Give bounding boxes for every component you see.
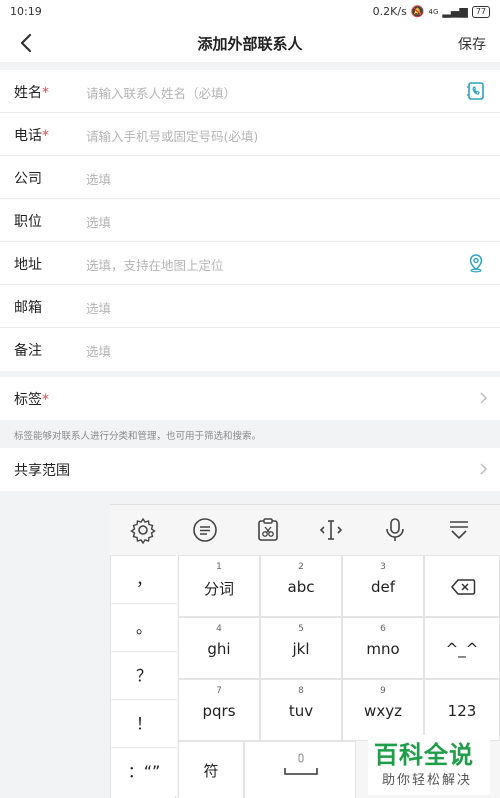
key-1[interactable]: 1 分词	[178, 555, 260, 617]
location-pin-icon[interactable]	[466, 253, 486, 273]
remark-label: 备注	[14, 343, 42, 359]
keyboard-toolbar	[110, 505, 500, 555]
key-3[interactable]: 3 def	[342, 555, 424, 617]
symbol-key[interactable]: 符	[178, 741, 244, 798]
tags-row[interactable]: 标签*	[0, 377, 500, 420]
share-scope-row[interactable]: 共享范围	[0, 448, 500, 491]
position-label: 职位	[14, 214, 42, 230]
network-speed: 0.2K/s	[372, 5, 407, 18]
key-2[interactable]: 2 abc	[260, 555, 342, 617]
key-6[interactable]: 6 mno	[342, 617, 424, 679]
symbol-question-key[interactable]: ？	[111, 652, 177, 700]
nav-bar: 添加外部联系人 保存	[0, 24, 500, 62]
emoticon-key[interactable]: ^_^	[424, 617, 500, 679]
address-input[interactable]: 选填，支持在地图上定位	[86, 255, 446, 274]
chevron-right-icon	[480, 463, 487, 475]
signal-label: 4G	[428, 7, 439, 16]
remark-input[interactable]: 选填	[86, 341, 446, 360]
number-mode-key[interactable]: 123	[424, 679, 500, 741]
symbol-exclaim-key[interactable]: ！	[111, 700, 177, 748]
address-row: 地址 选填，支持在地图上定位	[0, 242, 500, 285]
contact-form: 姓名* 请输入联系人姓名（必填） 电话* 请输入手机号或固定号码(必填) 公司 …	[0, 70, 500, 371]
watermark-title: 百科全说	[374, 741, 474, 769]
space-mic-icon	[284, 753, 318, 775]
email-label: 邮箱	[14, 300, 42, 316]
key-8[interactable]: 8 tuv	[260, 679, 342, 741]
battery-icon: 77	[471, 5, 490, 18]
name-row: 姓名* 请输入联系人姓名（必填）	[0, 70, 500, 113]
signal-icon: ▂▄▆	[442, 5, 468, 18]
company-row: 公司 选填	[0, 156, 500, 199]
key-5[interactable]: 5 jkl	[260, 617, 342, 679]
phone-label: 电话*	[14, 128, 49, 144]
settings-icon[interactable]	[128, 515, 158, 545]
email-input[interactable]: 选填	[86, 298, 446, 317]
phone-input[interactable]: 请输入手机号或固定号码(必填)	[86, 126, 446, 145]
contact-book-icon[interactable]	[466, 81, 486, 101]
save-button[interactable]: 保存	[458, 34, 486, 54]
page-title: 添加外部联系人	[197, 35, 303, 53]
email-row: 邮箱 选填	[0, 285, 500, 328]
mute-icon: 🔕	[410, 5, 425, 18]
symbol-comma-key[interactable]: ，	[111, 556, 177, 604]
symbol-period-key[interactable]: 。	[111, 604, 177, 652]
microphone-icon[interactable]	[380, 515, 410, 545]
share-scope-label: 共享范围	[14, 463, 70, 479]
watermark-logo: 百科全说 助你轻松解决	[368, 735, 490, 795]
key-7[interactable]: 7 pqrs	[178, 679, 260, 741]
backspace-key[interactable]	[424, 555, 500, 617]
address-label: 地址	[14, 257, 42, 273]
collapse-keyboard-icon[interactable]	[444, 515, 474, 545]
name-input[interactable]: 请输入联系人姓名（必填）	[86, 83, 446, 102]
phone-row: 电话* 请输入手机号或固定号码(必填)	[0, 113, 500, 156]
symbol-column: ， 。 ？ ！ ：“”	[110, 555, 177, 798]
key-4[interactable]: 4 ghi	[178, 617, 260, 679]
chevron-right-icon	[480, 392, 487, 404]
name-label: 姓名*	[14, 85, 49, 101]
company-input[interactable]: 选填	[86, 169, 446, 188]
clipboard-icon[interactable]	[253, 515, 283, 545]
position-row: 职位 选填	[0, 199, 500, 242]
key-9[interactable]: 9 wxyz	[342, 679, 424, 741]
company-label: 公司	[14, 171, 42, 187]
watermark-subtitle: 助你轻松解决	[382, 773, 473, 788]
emoji-chat-icon[interactable]	[190, 515, 220, 545]
remark-row: 备注 选填	[0, 328, 500, 371]
status-bar: 10:19 0.2K/s 🔕 4G ▂▄▆ 77	[0, 0, 500, 24]
backspace-icon	[451, 579, 476, 595]
symbol-colon-quote-key[interactable]: ：“”	[111, 748, 177, 796]
tags-hint: 标签能够对联系人进行分类和管理，也可用于筛选和搜索。	[14, 431, 262, 442]
position-input[interactable]: 选填	[86, 212, 446, 231]
status-time: 10:19	[10, 5, 42, 18]
cursor-move-icon[interactable]	[316, 515, 346, 545]
tags-label: 标签*	[14, 392, 49, 408]
space-key[interactable]	[244, 741, 356, 798]
